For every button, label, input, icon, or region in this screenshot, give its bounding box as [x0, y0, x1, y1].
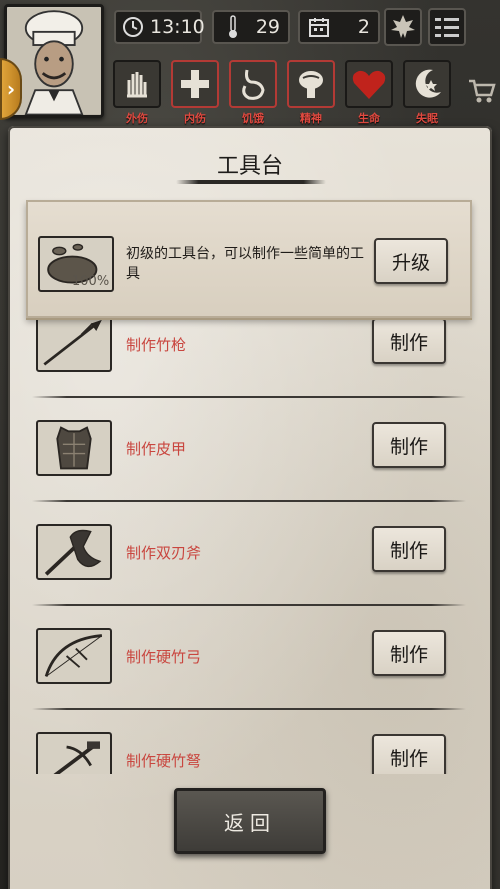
craft-button[interactable]: 制作	[372, 526, 446, 572]
recipe-row: 制作硬竹弩 制作	[26, 710, 472, 774]
recipe-list[interactable]: 制作竹枪 制作 制作皮甲 制作 制作双刃斧 制作 制作硬竹弓 制作 制作硬竹弩 …	[26, 318, 472, 774]
recipe-row: 制作硬竹弓 制作	[26, 606, 472, 710]
menu-icon	[435, 18, 459, 37]
condition-health[interactable]: 生命	[344, 60, 394, 126]
time-display: 13:10	[114, 10, 205, 44]
bow-icon	[36, 628, 112, 684]
menu-button[interactable]	[428, 8, 466, 46]
craft-button[interactable]: 制作	[372, 630, 446, 676]
condition-spirit[interactable]: 精神	[286, 60, 336, 126]
workbench-info-card: 100% 初级的工具台，可以制作一些简单的工具 升级	[26, 200, 472, 318]
double-axe-icon	[36, 524, 112, 580]
heart-icon	[345, 60, 393, 108]
spear-icon	[36, 318, 112, 372]
recipe-row: 制作竹枪 制作	[26, 318, 472, 398]
condition-hunger[interactable]: 饥饿	[228, 60, 278, 126]
condition-insomnia[interactable]: 失眠	[402, 60, 452, 126]
shop-cart-button[interactable]	[466, 76, 498, 106]
maple-leaf-icon	[391, 15, 415, 38]
recipe-row: 制作皮甲 制作	[26, 398, 472, 502]
hand-icon	[113, 60, 161, 108]
craft-button[interactable]: 制作	[372, 422, 446, 468]
condition-bar: 外伤 内伤 饥饿 精神 生命 失眠	[112, 60, 452, 126]
brain-icon	[287, 60, 335, 108]
stomach-icon	[229, 60, 277, 108]
recipe-row: 制作双刃斧 制作	[26, 502, 472, 606]
temperature-display: 29	[212, 10, 290, 44]
cross-icon	[171, 60, 219, 108]
clock-icon	[122, 14, 144, 40]
moon-icon	[403, 60, 451, 108]
crossbow-icon	[36, 732, 112, 774]
leather-armor-icon	[36, 420, 112, 476]
calendar-icon	[306, 14, 332, 40]
condition-external-injury[interactable]: 外伤	[112, 60, 162, 126]
season-leaf-button[interactable]	[384, 8, 422, 46]
back-button[interactable]: 返回	[174, 788, 326, 854]
title-underline	[176, 180, 326, 184]
workbench-description: 初级的工具台，可以制作一些简单的工具	[126, 246, 364, 282]
condition-internal-injury[interactable]: 内伤	[170, 60, 220, 126]
page-title: 工具台	[216, 154, 283, 179]
cart-icon	[469, 79, 496, 103]
thermometer-icon	[220, 14, 246, 40]
workbench-progress: 100%	[72, 274, 110, 289]
craft-button[interactable]: 制作	[372, 734, 446, 774]
craft-button[interactable]: 制作	[372, 318, 446, 364]
upgrade-button[interactable]: 升级	[374, 238, 448, 284]
day-display: 2	[298, 10, 380, 44]
